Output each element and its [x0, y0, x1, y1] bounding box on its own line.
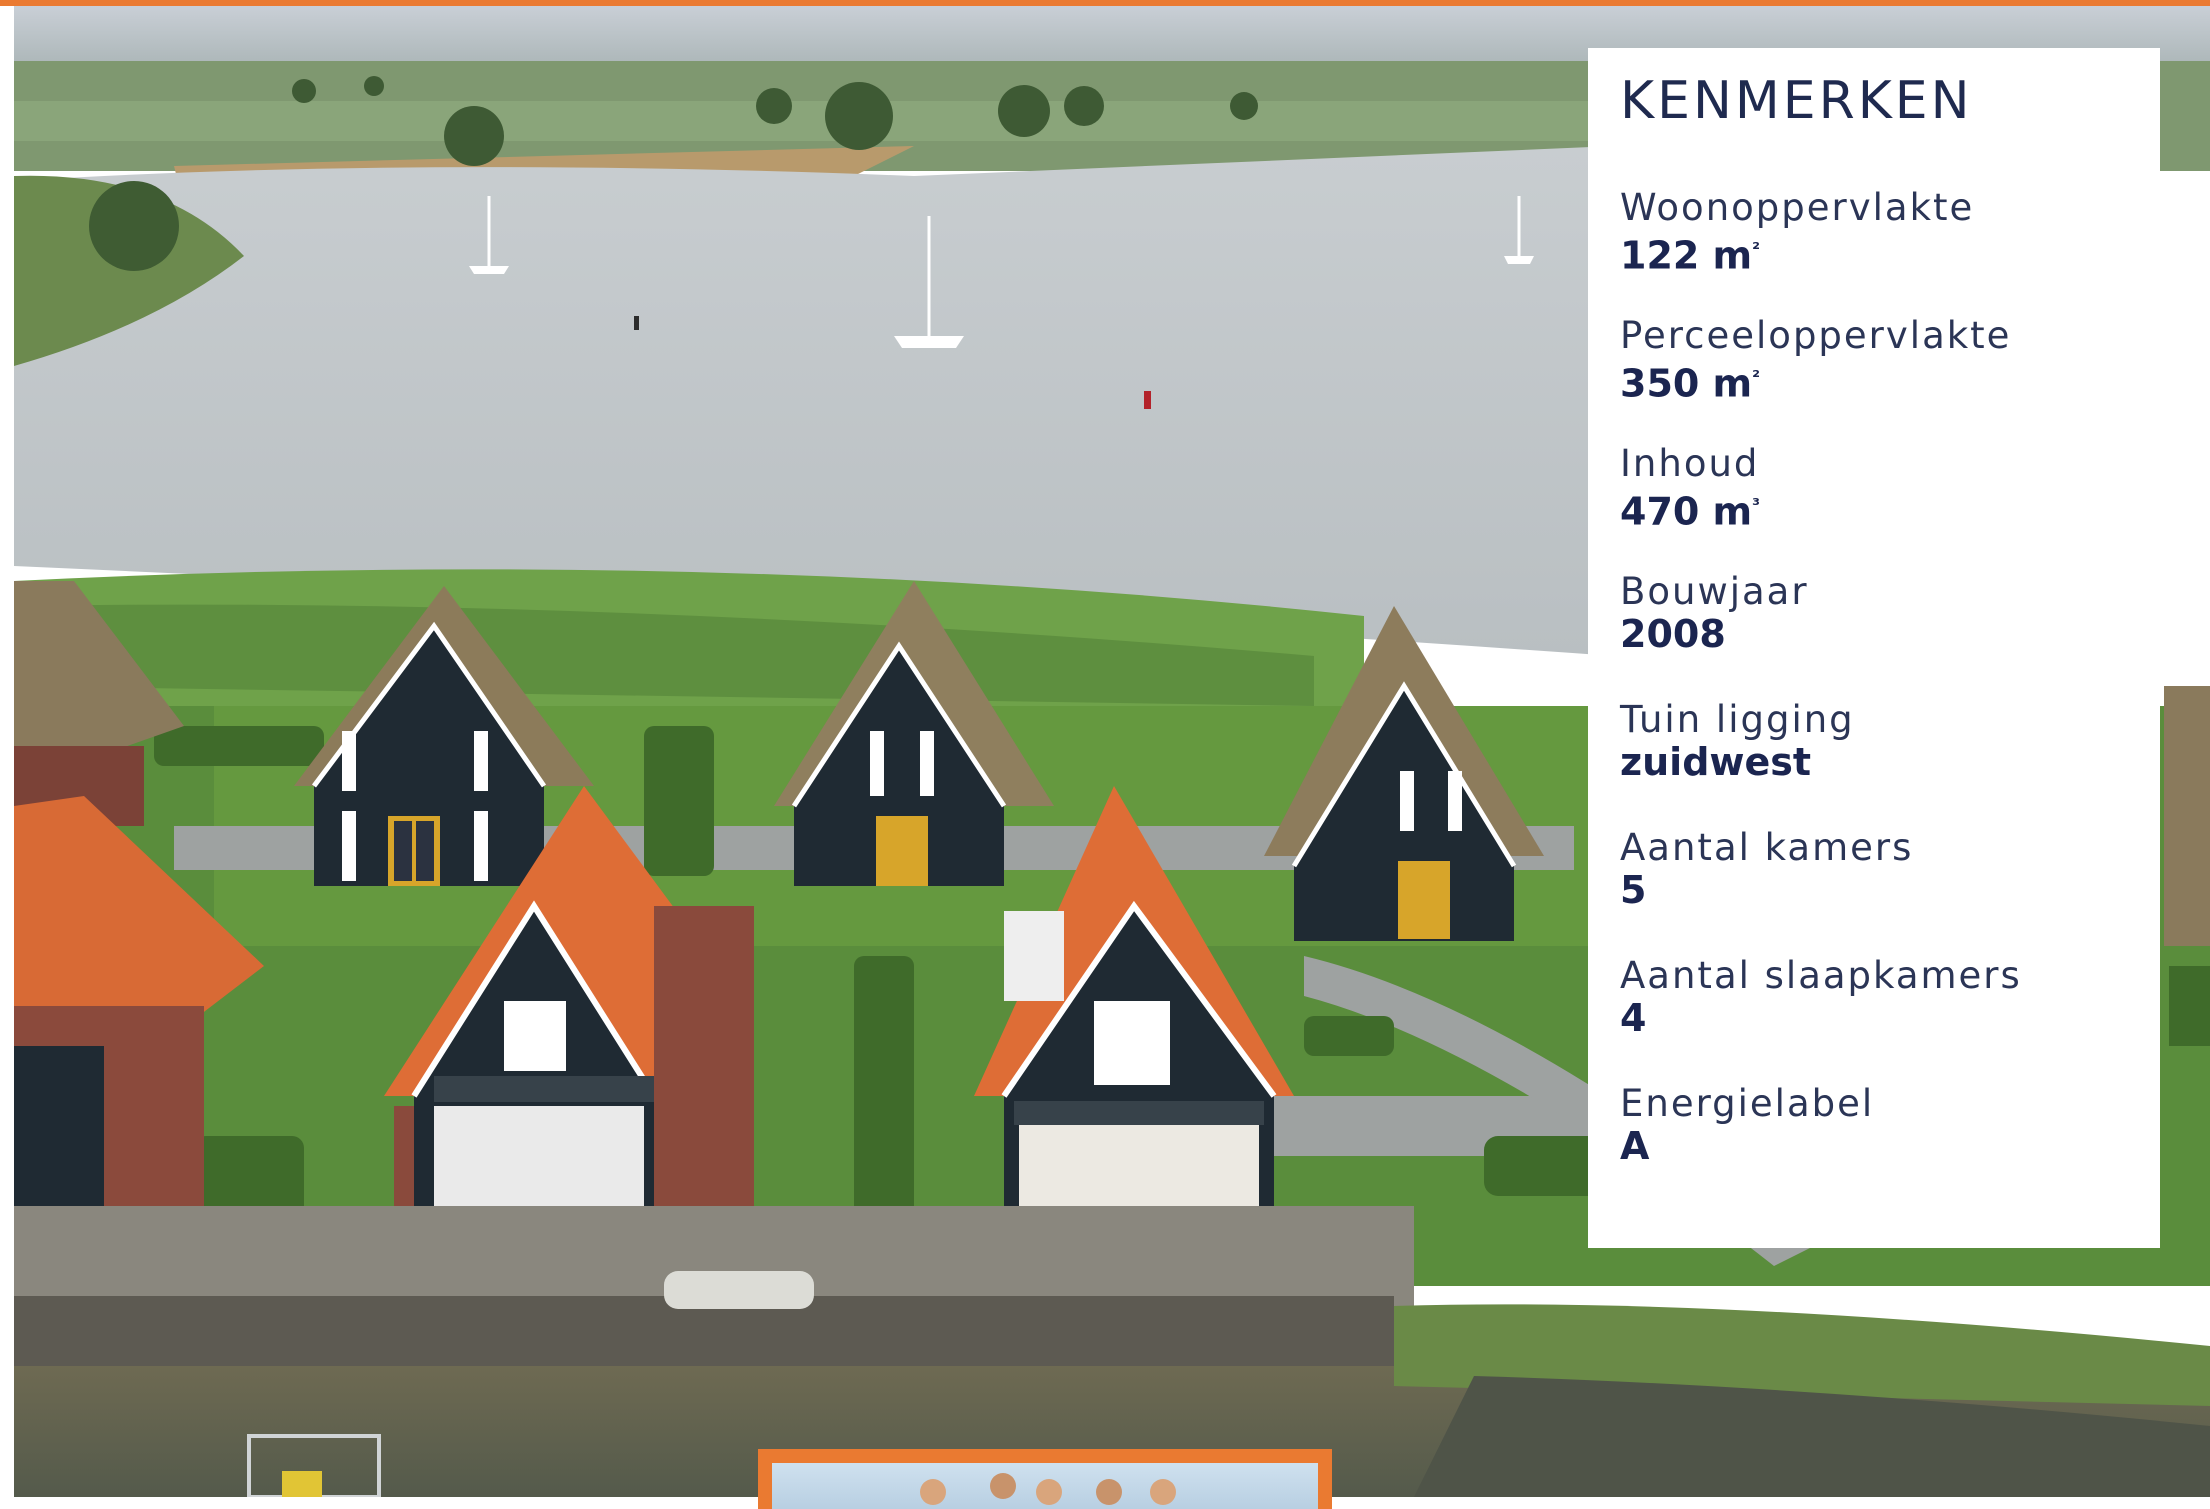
- feature-value: zuidwest: [1620, 740, 1812, 785]
- person-head: [1096, 1479, 1122, 1505]
- panel-title: KENMERKEN: [1620, 71, 1973, 131]
- feature-label: Aantal slaapkamers: [1620, 954, 2022, 998]
- feature-aantal-kamers: Aantal kamers 5: [1620, 828, 2128, 956]
- feature-bouwjaar: Bouwjaar 2008: [1620, 572, 2128, 700]
- feature-label: Tuin ligging: [1620, 698, 1855, 742]
- agents-photo: [772, 1463, 1318, 1509]
- feature-perceeloppervlakte: Perceeloppervlakte 350 m²: [1620, 316, 2128, 444]
- feature-value: A: [1620, 1124, 1650, 1169]
- feature-value: 122 m²: [1620, 234, 1761, 279]
- unit-superscript: ³: [1752, 495, 1761, 517]
- feature-inhoud: Inhoud 470 m³: [1620, 444, 2128, 572]
- unit-superscript: ²: [1752, 239, 1761, 261]
- feature-label: Aantal kamers: [1620, 826, 1914, 870]
- person-head: [1036, 1479, 1062, 1505]
- person-head: [1150, 1479, 1176, 1505]
- feature-value: 2008: [1620, 612, 1726, 657]
- feature-woonoppervlakte: Woonoppervlakte 122 m²: [1620, 188, 2128, 316]
- feature-label: Inhoud: [1620, 442, 1760, 486]
- feature-value: 350 m²: [1620, 362, 1761, 407]
- feature-energielabel: Energielabel A: [1620, 1084, 2128, 1212]
- feature-label: Woonoppervlakte: [1620, 186, 1975, 230]
- person-head: [920, 1479, 946, 1505]
- feature-value: 4: [1620, 996, 1647, 1041]
- feature-aantal-slaapkamers: Aantal slaapkamers 4: [1620, 956, 2128, 1084]
- agents-photo-frame: [758, 1449, 1332, 1509]
- feature-label: Energielabel: [1620, 1082, 1875, 1126]
- feature-label: Bouwjaar: [1620, 570, 1809, 614]
- person-head: [990, 1473, 1016, 1499]
- features-panel: KENMERKEN Woonoppervlakte 122 m² Perceel…: [1588, 48, 2160, 1248]
- feature-label: Perceeloppervlakte: [1620, 314, 2012, 358]
- feature-value: 470 m³: [1620, 490, 1761, 535]
- feature-value: 5: [1620, 868, 1647, 913]
- unit-superscript: ²: [1752, 367, 1761, 389]
- feature-tuin-ligging: Tuin ligging zuidwest: [1620, 700, 2128, 828]
